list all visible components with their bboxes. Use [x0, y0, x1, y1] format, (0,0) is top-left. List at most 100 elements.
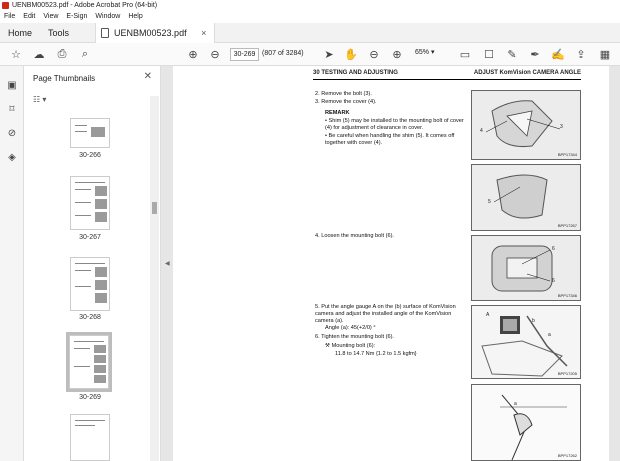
fig1-label-3: 3: [560, 124, 563, 130]
fig3-label-6b: 6: [552, 278, 555, 284]
torque-label: ⚒ Mounting bolt (6):: [325, 343, 465, 350]
thumb-image: [95, 280, 107, 290]
zoom-value: 65%: [415, 49, 430, 56]
header-left: 30 TESTING AND ADJUSTING: [313, 70, 398, 76]
fig2-code: BPP17267: [557, 223, 577, 228]
thumb-image: [95, 199, 107, 209]
remark-2: • Be careful when handling the shim (5).…: [325, 133, 455, 146]
tab-document-label: UENBM00523.pdf: [114, 27, 187, 38]
thumbnail-30-269[interactable]: [69, 335, 109, 389]
fig2-label-5: 5: [488, 199, 491, 205]
more-tools-icon[interactable]: ▦: [598, 47, 612, 61]
thumb-line: [75, 270, 91, 271]
page-up-icon[interactable]: ⊕: [186, 47, 200, 61]
close-tab-icon[interactable]: ×: [201, 28, 206, 38]
collapse-panel-arrow-icon[interactable]: ◀: [165, 260, 170, 267]
remark-heading: REMARK: [325, 110, 350, 116]
figure-2-drawing: [493, 174, 548, 219]
layers-icon[interactable]: ◈: [6, 152, 18, 164]
thumb-line: [75, 286, 91, 287]
pdf-page: 30 TESTING AND ADJUSTING ADJUST KomVisio…: [173, 66, 609, 461]
select-cursor-icon[interactable]: ➤: [322, 47, 336, 61]
thumbnail-30-268[interactable]: [70, 257, 110, 311]
page-header: 30 TESTING AND ADJUSTING ADJUST KomVisio…: [313, 70, 581, 80]
step-3: 3. Remove the cover (4).: [315, 99, 377, 105]
figure-4: A b a BPP17205: [471, 305, 581, 379]
figure-3-drawing: [491, 245, 553, 292]
thumb-line: [75, 202, 91, 203]
figure-5: a BPP17262: [471, 384, 581, 461]
scrollbar-thumb[interactable]: [152, 202, 157, 214]
star-icon[interactable]: ☆: [9, 47, 23, 61]
thumbnail-scrollbar[interactable]: [150, 96, 159, 461]
zoom-out-icon[interactable]: ⊖: [367, 47, 381, 61]
thumb-line: [75, 131, 87, 132]
zoom-select[interactable]: 65% ▾: [415, 48, 434, 56]
thumbnail-30-266[interactable]: [70, 118, 110, 148]
panel-title: Page Thumbnails: [33, 74, 96, 83]
tab-tools[interactable]: Tools: [40, 23, 77, 43]
thumbnail-label: 30-269: [79, 394, 101, 401]
figure-1: 4 3 BPP17344: [471, 90, 581, 160]
thumb-image: [95, 186, 107, 196]
search-icon[interactable]: ⌕: [78, 47, 92, 61]
page-number-input[interactable]: 30-269: [230, 48, 259, 61]
fit-page-icon[interactable]: ▭: [458, 47, 472, 61]
fig4-label-b: b: [532, 318, 535, 324]
thumb-image: [95, 293, 107, 303]
step-2: 2. Remove the bolt (3).: [315, 91, 372, 97]
thumbnail-options-button[interactable]: ☷ ▾: [33, 95, 46, 104]
figure-3: 6 6 BPP17346: [471, 235, 581, 301]
fig3-code: BPP17346: [557, 293, 577, 298]
remark-1: • Shim (5) may be installed to the mount…: [325, 118, 464, 131]
cloud-upload-icon[interactable]: ☁: [32, 47, 46, 61]
tab-document[interactable]: UENBM00523.pdf ×: [95, 22, 216, 43]
thumb-image: [91, 127, 105, 137]
thumb-line: [75, 182, 105, 183]
thumb-image: [95, 212, 107, 222]
left-rail: ▣ ⌑ ⊘ ◈: [0, 66, 24, 461]
acrobat-app-icon: [2, 2, 9, 9]
thumbnail-label: 30-266: [79, 152, 101, 159]
thumb-image: [95, 267, 107, 277]
menu-edit[interactable]: Edit: [23, 11, 35, 23]
menu-help[interactable]: Help: [128, 11, 142, 23]
comment-icon[interactable]: ☐: [482, 47, 496, 61]
step-6: 6. Tighten the mounting bolt (6).: [315, 334, 394, 340]
close-panel-icon[interactable]: ✕: [144, 71, 152, 82]
thumbnail-30-267[interactable]: [70, 176, 110, 230]
tab-bar: Home Tools UENBM00523.pdf ×: [0, 22, 620, 43]
wrench-icon: ⚒: [325, 343, 332, 349]
sign-icon[interactable]: ✍: [551, 47, 565, 61]
pen-icon[interactable]: ✒: [528, 47, 542, 61]
thumbnail-next[interactable]: [70, 414, 110, 461]
thumb-line: [75, 125, 87, 126]
fig4-code: BPP17205: [557, 371, 577, 376]
thumb-image: [94, 355, 106, 363]
thumb-line: [75, 189, 91, 190]
menu-view[interactable]: View: [43, 11, 58, 23]
toolbar: ☆ ☁ ⎙ ⌕ ⊕ ⊖ ➤ ✋ ⊖ ⊕ ▭ ☐ ✎ ✒ ✍ ⇪ ▦: [0, 43, 620, 66]
document-icon: [101, 27, 110, 38]
menu-esign[interactable]: E-Sign: [66, 11, 87, 23]
figure-1-drawing: [485, 100, 561, 147]
share-icon[interactable]: ⇪: [574, 47, 588, 61]
thumb-image: [94, 345, 106, 353]
figure-5-drawing: [500, 394, 567, 460]
page-down-icon[interactable]: ⊖: [208, 47, 222, 61]
thumbnails-icon[interactable]: ▣: [6, 80, 18, 92]
bookmark-icon[interactable]: ⌑: [6, 104, 18, 116]
fig5-label-a: a: [514, 401, 517, 407]
hand-tool-icon[interactable]: ✋: [344, 47, 358, 61]
menu-file[interactable]: File: [4, 11, 15, 23]
fig3-label-6a: 6: [552, 246, 555, 252]
zoom-in-icon[interactable]: ⊕: [390, 47, 404, 61]
thumb-line: [75, 425, 95, 426]
menu-window[interactable]: Window: [95, 11, 120, 23]
tab-home[interactable]: Home: [0, 23, 40, 43]
figure-2: 5 BPP17267: [471, 164, 581, 231]
attachment-icon[interactable]: ⊘: [6, 128, 18, 140]
print-icon[interactable]: ⎙: [55, 47, 69, 61]
step-4: 4. Loosen the mounting bolt (6).: [315, 233, 394, 239]
highlight-icon[interactable]: ✎: [505, 47, 519, 61]
